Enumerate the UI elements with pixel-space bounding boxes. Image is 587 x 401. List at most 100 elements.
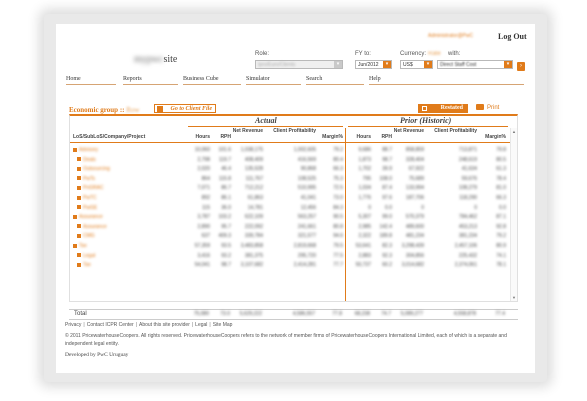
go-button[interactable]: ›	[517, 62, 525, 71]
row-name[interactable]: PnGRAC	[77, 184, 104, 193]
with-select[interactable]: Direct Staff Cost ▾	[437, 60, 513, 69]
table-cell: 189.8	[379, 233, 392, 240]
fy-select[interactable]: Jun/2012 ▾	[355, 60, 392, 69]
row-name[interactable]: PwGE	[77, 204, 97, 213]
footer-link-contact[interactable]: Contact ICPR Center	[87, 322, 134, 328]
row-name[interactable]: Deals	[77, 156, 96, 165]
table-cell: 54,041	[194, 262, 210, 269]
restated-button[interactable]: Restated	[418, 104, 468, 113]
with-label: with:	[448, 51, 461, 57]
row-name[interactable]: PwTs	[77, 175, 95, 184]
row-name[interactable]: Outsourcing	[77, 165, 110, 174]
row-name[interactable]: Tax	[77, 261, 91, 270]
table-cell: 108,279	[458, 185, 477, 192]
expand-icon[interactable]	[77, 157, 81, 162]
table-row[interactable]: PnGRAC 7,071 86.7 712,212 510,995 72.5 1,034 87…	[70, 184, 517, 193]
expand-icon[interactable]	[73, 214, 77, 219]
table-cell: 79.2	[333, 147, 343, 153]
row-name[interactable]: Assurance	[73, 213, 103, 222]
footer-link-about[interactable]: About this site provider	[139, 322, 190, 328]
table-row[interactable]: PwGE 115 36.0 14,781 12,456 84.3 0 0.0 0 0 0.0	[70, 204, 517, 213]
table-row[interactable]: PwTs 864 115.8 111,767 108,525 75.3 795 108.0 75…	[70, 175, 517, 184]
table-cell: 7,071	[197, 185, 210, 192]
row-name-label: PwTs	[83, 175, 95, 182]
table-cell: 14,781	[247, 204, 263, 211]
table-cell: 2,322	[358, 233, 371, 240]
expand-icon[interactable]	[77, 205, 81, 210]
chevron-down-icon: ▾	[334, 61, 342, 68]
table-row[interactable]: Assurance 2,890 95.7 222,092 241,661 80.8 2,98…	[70, 223, 517, 232]
print-label: Print	[487, 105, 500, 111]
table-row[interactable]: CMG 637 409.3 339,784 321,577 94.6 2,322 189.8 4…	[70, 232, 517, 241]
expand-icon[interactable]	[77, 262, 81, 267]
table-cell: 99.0	[382, 214, 392, 221]
expand-icon[interactable]	[77, 195, 81, 200]
scroll-up-icon[interactable]: ▲	[512, 129, 516, 134]
table-row[interactable]: Tax 54,041 98.7 3,107,682 2,414,281 77.7 50,73…	[70, 261, 517, 270]
table-cell: 97.6	[382, 195, 392, 201]
expand-icon[interactable]	[77, 253, 81, 258]
scroll-down-icon[interactable]: ▼	[512, 295, 516, 300]
row-name[interactable]: Tax	[73, 242, 87, 251]
table-cell: 1,038,175	[240, 147, 263, 153]
fy-label: FY to:	[355, 51, 371, 57]
app-page: Administrator@PwC Log Out mypwcsite Role…	[56, 24, 535, 373]
table-cell: 2,890	[197, 223, 210, 230]
row-name[interactable]: CMG	[77, 232, 95, 241]
expand-icon[interactable]	[73, 243, 77, 248]
table-row[interactable]: Deals 2,798 119.7 408,409 416,569 80.4 1,873 98…	[70, 156, 517, 165]
row-name[interactable]: Legal	[77, 252, 95, 261]
print-button[interactable]: Print	[476, 104, 499, 113]
table-row[interactable]: Tax 57,359 93.5 3,483,858 2,819,668 79.5 53,64…	[70, 242, 517, 251]
expand-icon[interactable]	[77, 234, 81, 239]
table-scrollbar[interactable]: ▲ ▼	[510, 128, 517, 301]
table-row[interactable]: Assurance 3,787 103.2 622,109 563,257 90.5 5,3…	[70, 213, 517, 222]
table-row[interactable]: Legal 3,416 93.2 381,375 295,720 77.5 2,883 92.…	[70, 252, 517, 261]
table-cell: 570,379	[405, 214, 424, 221]
page-title-text: Economic group ::	[69, 106, 127, 114]
menu-item-reports[interactable]: Reports	[123, 76, 142, 82]
menu-item-simulator[interactable]: Simulator	[246, 76, 270, 82]
logout-link[interactable]: Log Out	[498, 32, 527, 41]
table-cell: 61.3	[496, 166, 506, 173]
table-row[interactable]: Advisory 10,060 101.6 1,038,175 1,002,605 79.…	[70, 146, 517, 155]
page-title: Economic group :: Row	[69, 106, 139, 114]
page-title-blurred: Row	[126, 106, 140, 114]
footer-link-legal[interactable]: Legal	[195, 322, 207, 328]
expand-icon[interactable]	[77, 166, 81, 171]
table-cell: 0	[474, 204, 477, 211]
currency-value: US$	[403, 62, 413, 68]
site-name-blurred: mypwc	[134, 54, 164, 65]
row-name-label: CMG	[83, 233, 95, 240]
row-name[interactable]: Advisory	[73, 146, 98, 155]
table-row[interactable]: PwTC 892 86.1 61,863 41,041 73.0 1,776 97.6 187,…	[70, 194, 517, 203]
table-cell: 90.5	[333, 214, 343, 221]
expand-icon[interactable]	[77, 186, 81, 191]
menu-item-help[interactable]: Help	[369, 76, 381, 82]
user-name-link[interactable]: Administrator@PwC	[428, 33, 473, 39]
footer-link-privacy[interactable]: Privacy	[65, 322, 81, 328]
row-name-label: Legal	[83, 252, 96, 259]
menu-item-home[interactable]: Home	[66, 76, 81, 82]
expand-icon[interactable]	[77, 176, 81, 181]
role-select[interactable]: Ipro/Euro/Clients ▾	[255, 60, 343, 69]
table-cell: 87.4	[382, 185, 392, 192]
expand-icon[interactable]	[73, 147, 77, 152]
row-name[interactable]: Assurance	[77, 223, 107, 232]
row-name-label: Outsourcing	[83, 166, 110, 173]
table-row[interactable]: Outsourcing 2,020 46.4 135,528 90,868 66.3 1,7…	[70, 165, 517, 174]
with-value: Direct Staff Cost	[440, 62, 477, 68]
menu-item-business-cube[interactable]: Business Cube	[183, 76, 219, 82]
footer-link-sitemap[interactable]: Site Map	[213, 322, 233, 328]
expand-icon[interactable]	[77, 224, 81, 229]
site-logo[interactable]: mypwcsite	[134, 54, 177, 65]
table-cell: 304,856	[405, 252, 424, 259]
menu-item-search[interactable]: Search	[306, 76, 322, 82]
table-cell: 72.5	[333, 185, 343, 192]
row-name[interactable]: PwTC	[77, 194, 97, 203]
go-to-client-file-button[interactable]: Go to Client File	[154, 104, 216, 113]
table-cell: 0	[368, 204, 371, 211]
table-cell: 77.7	[333, 262, 343, 269]
currency-select[interactable]: US$ ▾	[400, 60, 433, 69]
table-cell: 2,985	[358, 223, 371, 230]
